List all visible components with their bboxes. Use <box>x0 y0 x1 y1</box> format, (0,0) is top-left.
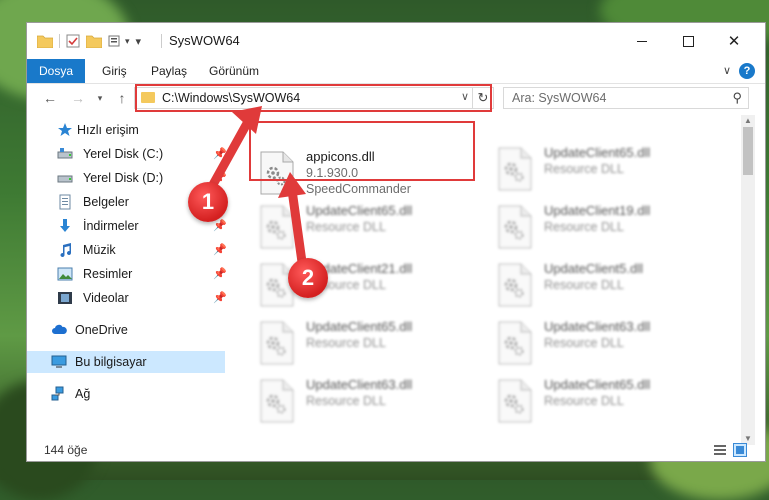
annotation-arrows <box>205 106 307 267</box>
step-badge-1: 1 <box>188 182 228 222</box>
arrow-1 <box>205 113 255 195</box>
arrow-2-head <box>278 172 306 198</box>
arrow-2 <box>287 185 307 267</box>
step-badge-2: 2 <box>288 258 328 298</box>
